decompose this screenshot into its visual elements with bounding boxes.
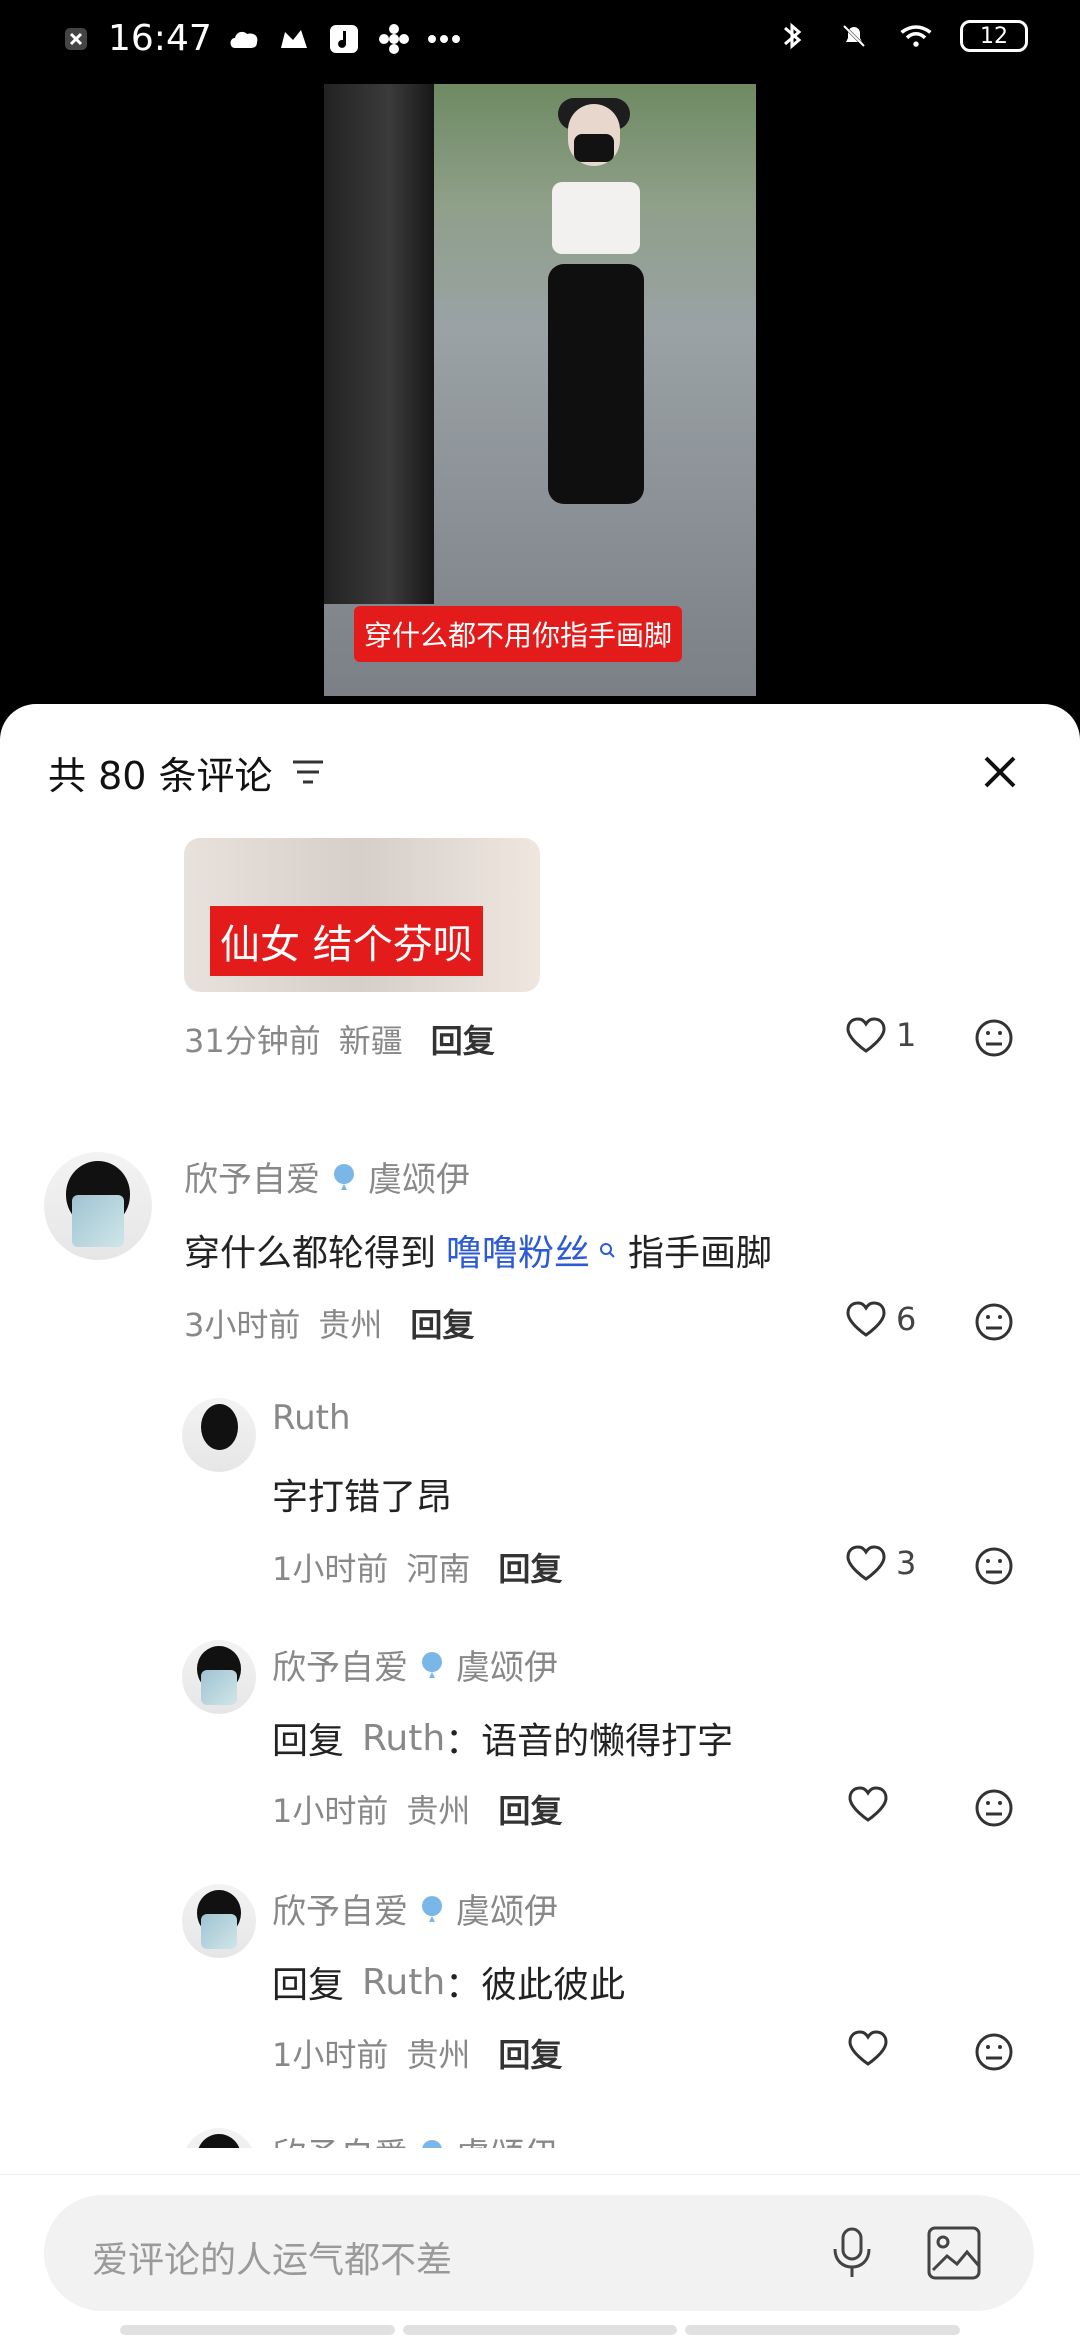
reply-image-tag: 仙女 结个芬呗	[210, 906, 483, 976]
sim-off-icon	[58, 21, 94, 57]
flower-icon	[376, 21, 412, 57]
balloon-icon	[328, 1161, 360, 1193]
emoji-reaction-icon[interactable]	[974, 1018, 1014, 1058]
like-count: 6	[896, 1300, 917, 1338]
image-icon[interactable]	[922, 2221, 986, 2285]
reply-username[interactable]: 欣予自爱 虞颂伊	[272, 1884, 558, 1933]
reply-image[interactable]: 仙女 结个芬呗	[184, 838, 540, 992]
reply-username[interactable]: 欣予自爱 虞颂伊	[272, 2128, 558, 2148]
reply-button[interactable]: 回复	[498, 1786, 562, 1832]
home-indicator	[120, 2325, 961, 2335]
reply-button[interactable]: 回复	[431, 1016, 495, 1062]
reply-text: 回复 Ruth ：彼此彼此	[272, 1961, 626, 2007]
reply-username[interactable]: 欣予自爱 虞颂伊	[272, 1640, 558, 1689]
like-count: 3	[896, 1544, 917, 1582]
video-caption: 穿什么都不用你指手画脚	[354, 606, 683, 662]
reply-target[interactable]: Ruth	[362, 1962, 445, 2003]
sheet-header: 共 80 条评论	[48, 740, 1032, 804]
battery-level: 12	[980, 23, 1008, 49]
cloud-icon	[226, 21, 262, 57]
reply-meta: 1小时前 河南 回复	[272, 1544, 562, 1590]
comment-input[interactable]: 爱评论的人运气都不差	[44, 2195, 1034, 2311]
bell-muted-icon	[836, 18, 872, 54]
avatar[interactable]	[182, 2128, 256, 2148]
like-button[interactable]: 6	[846, 1300, 916, 1338]
balloon-icon	[416, 2137, 448, 2148]
comment-text: 穿什么都轮得到 噜噜粉丝 指手画脚	[184, 1224, 772, 1276]
video-area[interactable]: 穿什么都不用你指手画脚	[0, 84, 1080, 704]
emoji-reaction-icon[interactable]	[974, 2032, 1014, 2072]
comment-username[interactable]: 欣予自爱 虞颂伊	[184, 1152, 470, 1201]
comment-count: 共 80 条评论	[48, 753, 273, 798]
input-placeholder: 爱评论的人运气都不差	[92, 2240, 453, 2281]
reply-text: 回复 Ruth ：语音的懒得打字	[272, 1717, 734, 1763]
time: 31分钟前	[184, 1022, 321, 1060]
music-icon	[326, 21, 362, 57]
bluetooth-icon	[774, 18, 810, 54]
like-button[interactable]: 3	[846, 1544, 916, 1582]
filter-icon[interactable]	[287, 751, 329, 793]
balloon-icon	[416, 1893, 448, 1925]
car-illustration	[324, 84, 434, 604]
comments-sheet: 共 80 条评论 仙女 结个芬呗 31分钟前 新疆 回复 1 欣予自爱 虞颂伊 …	[0, 704, 1080, 2340]
emoji-reaction-icon[interactable]	[974, 1788, 1014, 1828]
reply-username[interactable]: Ruth	[272, 1398, 351, 1438]
wifi-icon	[898, 18, 934, 54]
video-thumbnail[interactable]: 穿什么都不用你指手画脚	[324, 84, 756, 696]
like-button[interactable]: 1	[846, 1016, 916, 1054]
emoji-reaction-icon[interactable]	[974, 1302, 1014, 1342]
reply-meta: 1小时前 贵州 回复	[272, 2030, 562, 2076]
reply-target[interactable]: Ruth	[362, 1718, 445, 1759]
crown-icon	[276, 21, 312, 57]
more-dots-icon	[426, 21, 462, 57]
battery-indicator: 12	[960, 20, 1028, 52]
avatar[interactable]	[44, 1152, 152, 1260]
microphone-icon[interactable]	[820, 2221, 884, 2285]
reply-button[interactable]: 回复	[498, 2030, 562, 2076]
like-button[interactable]	[848, 1786, 888, 1822]
balloon-icon	[416, 1649, 448, 1681]
like-button[interactable]	[848, 2030, 888, 2066]
status-left: 16:47	[58, 18, 462, 59]
comment-list: 仙女 结个芬呗 31分钟前 新疆 回复 1 欣予自爱 虞颂伊 穿什么都轮得到 噜…	[0, 828, 1080, 2148]
person-illustration	[530, 98, 650, 664]
comment-input-bar: 爱评论的人运气都不差	[0, 2174, 1080, 2341]
avatar[interactable]	[182, 1884, 256, 1958]
reply-text: 字打错了昂	[272, 1477, 453, 1518]
comment-meta: 3小时前 贵州 回复	[184, 1300, 474, 1346]
reply-button[interactable]: 回复	[410, 1300, 474, 1346]
emoji-reaction-icon[interactable]	[974, 1546, 1014, 1586]
close-button[interactable]	[968, 740, 1032, 804]
status-right: 12	[774, 18, 1028, 54]
reply-button[interactable]: 回复	[498, 1544, 562, 1590]
reply-meta: 1小时前 贵州 回复	[272, 1786, 562, 1832]
status-time: 16:47	[108, 18, 212, 59]
reply-meta: 31分钟前 新疆 回复	[184, 1016, 495, 1062]
avatar[interactable]	[182, 1398, 256, 1472]
status-bar: 16:47 12	[0, 0, 1080, 84]
avatar[interactable]	[182, 1640, 256, 1714]
location: 新疆	[338, 1022, 403, 1060]
mention-link[interactable]: 噜噜粉丝	[446, 1224, 618, 1276]
search-icon	[596, 1239, 618, 1261]
like-count: 1	[896, 1016, 917, 1054]
